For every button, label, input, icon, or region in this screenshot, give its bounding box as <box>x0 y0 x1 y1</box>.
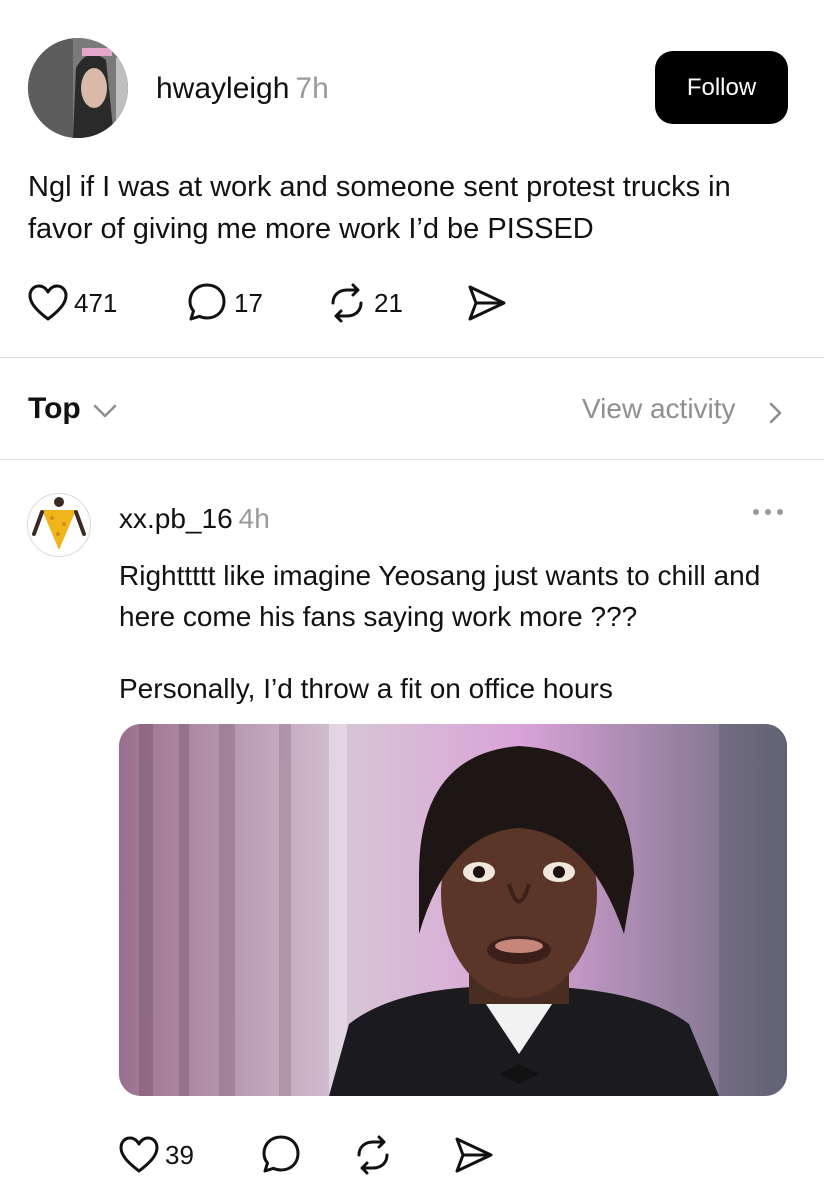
heart-icon <box>28 284 68 321</box>
view-activity-link[interactable]: View activity <box>582 393 736 425</box>
reply-comment-button[interactable] <box>260 1133 302 1177</box>
post-username[interactable]: hwayleigh <box>156 72 289 105</box>
follow-button[interactable]: Follow <box>655 51 788 124</box>
post-author: hwayleigh 7h <box>156 72 329 106</box>
comment-button[interactable]: 17 <box>186 281 263 325</box>
like-button[interactable]: 471 <box>28 281 117 325</box>
repost-count: 21 <box>374 287 403 318</box>
share-button[interactable] <box>466 281 508 325</box>
reply-like-count: 39 <box>165 1139 194 1170</box>
reply-share-button[interactable] <box>453 1133 495 1177</box>
avatar[interactable] <box>28 38 128 138</box>
comment-bubble-icon <box>262 1135 300 1173</box>
repost-button[interactable]: 21 <box>326 281 403 325</box>
reply-media-image[interactable] <box>119 724 787 1096</box>
repost-icon <box>357 1135 389 1175</box>
chevron-down-icon[interactable] <box>92 402 118 420</box>
chevron-right-icon[interactable] <box>768 401 784 425</box>
more-dots-icon[interactable] <box>750 505 786 519</box>
reply-text-paragraph-2: Personally, I’d throw a fit on office ho… <box>119 673 613 704</box>
reply-author: xx.pb_16 4h <box>119 503 270 535</box>
reply-avatar[interactable] <box>27 493 91 557</box>
sort-dropdown[interactable]: Top <box>28 392 81 426</box>
reply-text: Righttttt like imagine Yeosang just want… <box>119 560 761 632</box>
reply-repost-button[interactable] <box>352 1133 394 1177</box>
repost-icon <box>331 283 363 323</box>
like-count: 471 <box>74 287 118 318</box>
reply-username[interactable]: xx.pb_16 <box>119 503 233 534</box>
heart-icon <box>119 1136 159 1173</box>
comment-bubble-icon <box>188 283 226 321</box>
post-text: Ngl if I was at work and someone sent pr… <box>28 171 731 245</box>
media-image <box>119 724 787 1096</box>
reply-like-button[interactable]: 39 <box>119 1133 194 1177</box>
post-time: 7h <box>295 72 329 105</box>
divider <box>0 459 824 460</box>
send-icon <box>455 1137 493 1173</box>
reply-avatar-image <box>28 494 90 556</box>
avatar-image <box>28 38 128 138</box>
reply-time: 4h <box>238 503 270 534</box>
divider <box>0 357 824 358</box>
send-icon <box>468 285 506 321</box>
comment-count: 17 <box>234 287 263 318</box>
